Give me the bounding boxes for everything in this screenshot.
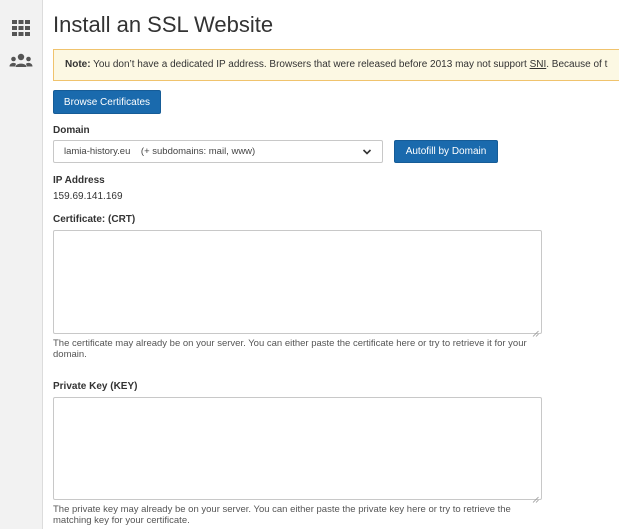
autofill-by-domain-button[interactable]: Autofill by Domain [394,140,498,163]
ip-address-value: 159.69.141.169 [53,191,123,202]
note-text: You don’t have a dedicated IP address. B… [93,59,527,70]
note-label: Note: [65,59,91,70]
grid-icon[interactable] [11,18,31,38]
page-title: Install an SSL Website [53,12,274,37]
resize-handle-icon[interactable] [532,490,539,503]
sni-link[interactable]: SNI [530,59,547,70]
domain-select[interactable]: lamia-history.eu (+ subdomains: mail, ww… [53,140,383,163]
main-content: Install an SSL Website Note: You don’t h… [53,0,619,529]
certificate-label: Certificate: (CRT) [53,214,136,225]
ip-address-label: IP Address [53,175,105,186]
certificate-help-text: The certificate may already be on your s… [53,338,527,360]
users-icon[interactable] [9,52,33,72]
private-key-help-text: The private key may already be on your s… [53,504,511,526]
note-text-after: . Because of t [546,59,608,70]
browse-certificates-button[interactable]: Browse Certificates [53,90,161,114]
domain-label: Domain [53,125,90,136]
domain-selected-value: lamia-history.eu (+ subdomains: mail, ww… [64,146,256,157]
resize-handle-icon[interactable] [532,324,539,337]
private-key-textarea[interactable] [53,397,542,503]
sidebar [0,0,43,529]
certificate-textarea[interactable] [53,230,542,337]
sni-note: Note: You don’t have a dedicated IP addr… [53,49,619,81]
private-key-label: Private Key (KEY) [53,381,138,392]
chevron-down-icon [362,142,372,170]
